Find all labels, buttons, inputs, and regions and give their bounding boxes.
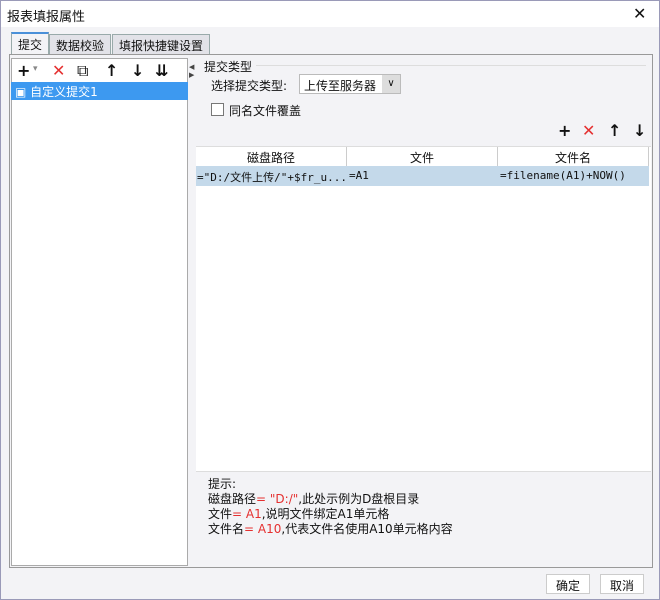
hint-text: ,代表文件名使用A10单元格内容 — [281, 522, 453, 536]
submit-list — [11, 58, 188, 566]
ok-button[interactable]: 确定 — [546, 574, 590, 594]
table-row[interactable]: ="D:/文件上传/"+$fr_u... =A1 =filename(A1)+N… — [196, 166, 649, 186]
add-row-icon[interactable]: + — [558, 121, 571, 140]
cell-file[interactable]: =A1 — [349, 169, 369, 182]
chevron-down-icon: ∨ — [382, 75, 400, 93]
hint-line: 磁盘路径= "D:/",此处示例为D盘根目录 — [208, 492, 639, 507]
cell-disk-path[interactable]: ="D:/文件上传/"+$fr_u... — [197, 169, 345, 185]
add-dropdown-icon[interactable]: ▾ — [33, 64, 38, 74]
list-item-label: 自定义提交1 — [30, 85, 98, 99]
submit-type-value: 上传至服务器 — [304, 79, 377, 93]
expand-right-icon[interactable]: ▶ — [189, 71, 195, 79]
delete-row-icon[interactable]: ✕ — [582, 121, 595, 140]
tab-shortcut-settings[interactable]: 填报快捷键设置 — [112, 34, 211, 55]
cell-filename[interactable]: =filename(A1)+NOW() — [500, 169, 626, 182]
move-up-icon[interactable]: ↑ — [105, 61, 118, 80]
submit-type-group-label: 提交类型 — [204, 60, 253, 74]
column-header-filename[interactable]: 文件名 — [498, 147, 649, 166]
tab-data-validation[interactable]: 数据校验 — [49, 34, 112, 55]
hint-box: 提示: 磁盘路径= "D:/",此处示例为D盘根目录 文件= A1,说明文件绑定… — [196, 471, 651, 566]
hint-text: 文件名 — [208, 522, 245, 536]
hint-text: ,此处示例为D盘根目录 — [298, 492, 420, 506]
column-header-disk-path[interactable]: 磁盘路径 — [196, 147, 347, 166]
file-table: 磁盘路径 文件 文件名 ="D:/文件上传/"+$fr_u... =A1 =fi… — [196, 146, 651, 471]
submit-type-label: 选择提交类型: — [211, 79, 288, 93]
row-down-icon[interactable]: ↓ — [633, 121, 646, 140]
hint-formula: = A1 — [232, 507, 262, 521]
hint-title: 提示: — [208, 477, 237, 491]
hint-line: 文件名= A10,代表文件名使用A10单元格内容 — [208, 522, 639, 537]
move-bottom-icon[interactable]: ⇊ — [155, 61, 168, 80]
submit-type-select[interactable]: 上传至服务器 ∨ — [299, 74, 401, 94]
hint-text: 磁盘路径 — [208, 492, 257, 506]
overwrite-label: 同名文件覆盖 — [229, 104, 302, 118]
window-title: 报表填报属性 — [7, 10, 86, 25]
delete-icon[interactable]: ✕ — [52, 61, 65, 80]
close-icon[interactable]: ✕ — [633, 4, 646, 23]
hint-text: ,说明文件绑定A1单元格 — [261, 507, 390, 521]
add-icon[interactable]: + — [17, 61, 30, 80]
overwrite-checkbox[interactable] — [211, 103, 224, 116]
move-down-icon[interactable]: ↓ — [131, 61, 144, 80]
column-header-file[interactable]: 文件 — [347, 147, 498, 166]
hint-text: 文件 — [208, 507, 233, 521]
title-bar — [1, 1, 659, 27]
row-up-icon[interactable]: ↑ — [608, 121, 621, 140]
copy-icon[interactable]: ⧉ — [77, 61, 88, 81]
hint-formula: = A10 — [244, 522, 282, 536]
hint-formula: = "D:/" — [256, 492, 299, 506]
hint-line: 文件= A1,说明文件绑定A1单元格 — [208, 507, 639, 522]
splitter[interactable]: ◀ ▶ — [189, 58, 195, 566]
collapse-left-icon[interactable]: ◀ — [189, 63, 195, 71]
cancel-button[interactable]: 取消 — [600, 574, 644, 594]
group-divider — [256, 65, 646, 66]
list-item[interactable]: ▣ 自定义提交1 — [11, 82, 188, 100]
tab-submit[interactable]: 提交 — [11, 32, 50, 55]
submit-item-icon: ▣ — [15, 85, 31, 99]
